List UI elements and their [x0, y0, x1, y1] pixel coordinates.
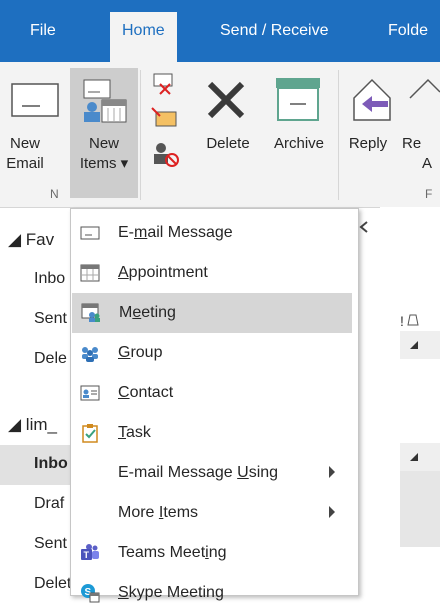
meeting-icon	[81, 303, 100, 322]
expand-group-icon[interactable]	[408, 339, 420, 351]
new-email-button[interactable]: New Email	[0, 134, 50, 174]
tab-folder[interactable]: Folde	[388, 22, 428, 40]
svg-text:T: T	[84, 550, 90, 560]
new-email-icon	[11, 83, 59, 117]
reply-icon	[353, 78, 391, 121]
archive-icon	[276, 78, 320, 121]
delete-button[interactable]: Delete	[198, 134, 258, 154]
expand-group-icon[interactable]	[408, 451, 420, 463]
message-list-pane: !	[380, 207, 440, 596]
junk-icon[interactable]	[150, 138, 180, 168]
group-label-new: N	[50, 187, 59, 201]
ribbon-tab-bar: File Home Send / Receive Folde	[0, 0, 440, 62]
archive-button[interactable]: Archive	[262, 134, 336, 154]
ribbon-separator	[140, 70, 141, 200]
menu-item-meeting[interactable]: Meeting	[72, 293, 352, 333]
email-message-icon	[80, 226, 100, 240]
submenu-arrow-icon	[329, 506, 335, 518]
tab-file[interactable]: File	[30, 22, 56, 40]
menu-item-email-message[interactable]: E-mail Message	[71, 213, 358, 253]
ignore-icon[interactable]	[150, 70, 180, 96]
menu-item-contact[interactable]: Contact	[71, 373, 358, 413]
menu-item-appointment[interactable]: Appointment	[71, 253, 358, 293]
group-icon	[82, 347, 98, 362]
group-header-row[interactable]	[400, 331, 440, 359]
group-header-row[interactable]	[400, 443, 440, 471]
menu-item-task[interactable]: Task	[71, 413, 358, 453]
submenu-arrow-icon	[329, 466, 335, 478]
reply-all-button[interactable]: Re A	[402, 134, 440, 174]
collapse-pane-icon[interactable]	[358, 220, 370, 234]
importance-column-icon[interactable]: !	[398, 311, 438, 331]
ribbon-separator	[338, 70, 339, 200]
svg-text:!: !	[400, 313, 404, 329]
teams-icon: T	[81, 544, 99, 560]
appointment-icon	[80, 264, 100, 282]
menu-item-email-message-using[interactable]: E-mail Message Using	[71, 453, 358, 493]
new-items-menu: E-mail Message Appointment Meeting Group…	[70, 208, 359, 603]
menu-item-skype-meeting[interactable]: S Skype Meeting	[71, 573, 358, 613]
delete-icon	[207, 81, 245, 119]
new-items-icon	[83, 79, 127, 123]
reply-button[interactable]: Reply	[342, 134, 394, 154]
clean-up-icon[interactable]	[150, 104, 180, 130]
menu-item-teams-meeting[interactable]: T Teams Meeting	[71, 533, 358, 573]
reply-all-icon	[409, 78, 440, 99]
group-label-respond: F	[425, 187, 433, 201]
menu-item-more-items[interactable]: More Items	[71, 493, 358, 533]
menu-item-group[interactable]: Group	[71, 333, 358, 373]
task-icon	[82, 424, 98, 443]
message-item[interactable]	[400, 471, 440, 547]
tab-send-receive[interactable]: Send / Receive	[220, 22, 329, 40]
tab-home[interactable]: Home	[110, 12, 177, 62]
skype-meeting-icon: S	[81, 584, 100, 603]
new-items-label: New Items ▾	[79, 135, 129, 172]
contact-icon	[80, 385, 100, 401]
